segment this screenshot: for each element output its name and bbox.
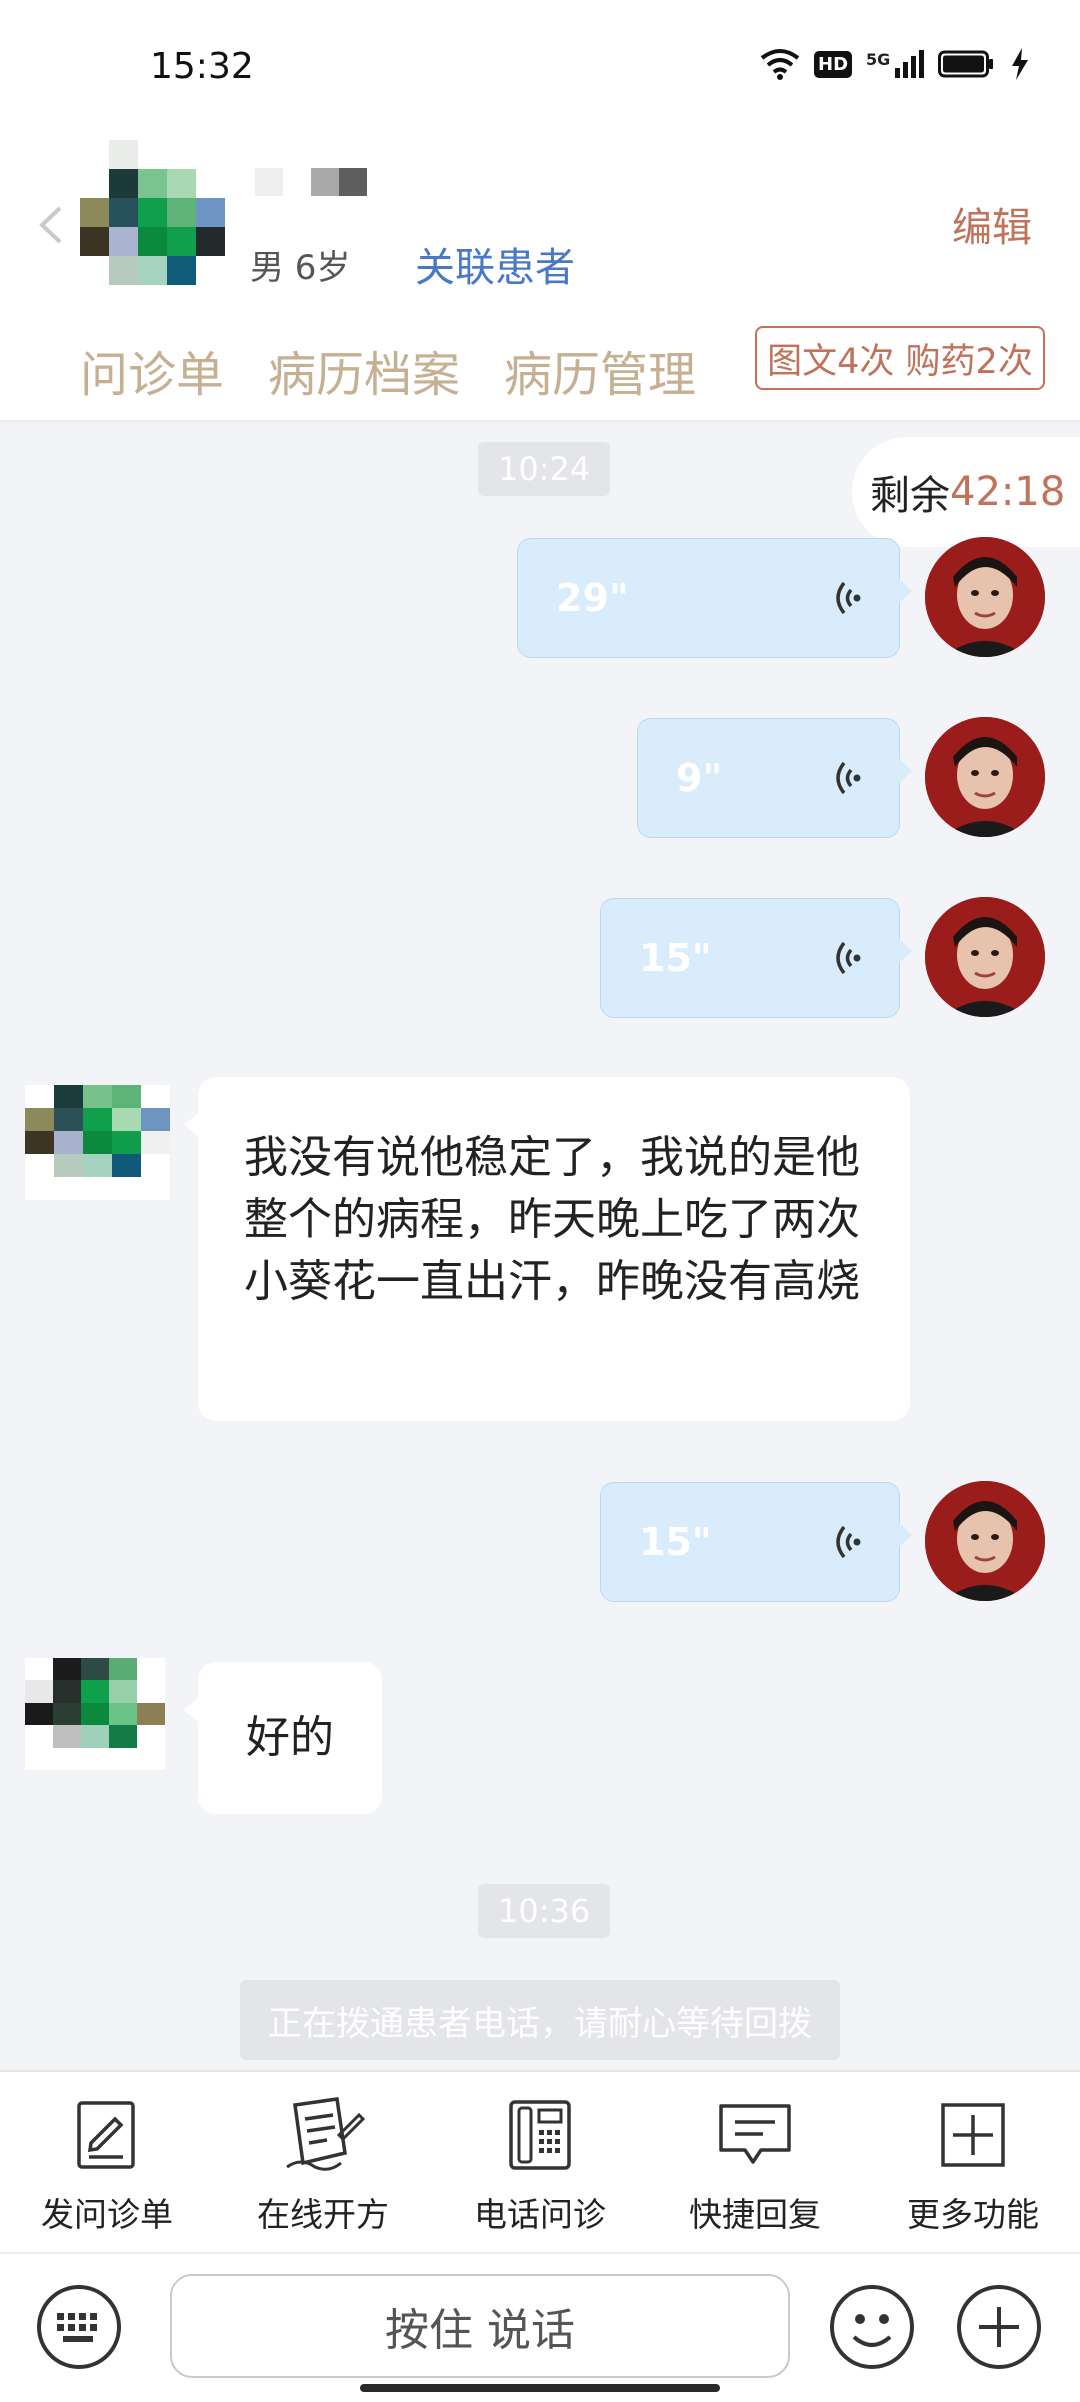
doctor-avatar[interactable]: [925, 1481, 1045, 1601]
form-edit-icon: [77, 2101, 135, 2169]
voice-duration: 15": [639, 1520, 712, 1564]
toolbar-label: 发问诊单: [41, 2195, 173, 2234]
quick-reply-button[interactable]: 快捷回复: [670, 2090, 840, 2236]
doctor-avatar[interactable]: [925, 897, 1045, 1017]
voice-duration: 9": [676, 756, 723, 800]
remaining-value: 42:18: [950, 469, 1066, 515]
voice-message[interactable]: 15": [600, 898, 912, 1018]
patient-text-message[interactable]: 好的: [184, 1662, 382, 1814]
battery-icon: [938, 50, 994, 78]
remaining-label: 剩余: [870, 473, 950, 519]
hold-to-talk-button[interactable]: 按住 说话: [170, 2274, 790, 2378]
toolbar-label: 更多功能: [907, 2195, 1039, 2234]
phone-consult-button[interactable]: 电话问诊: [455, 2090, 625, 2236]
voice-wave-icon: [836, 941, 861, 975]
online-prescription-button[interactable]: 在线开方: [238, 2090, 408, 2236]
link-patient-button[interactable]: 关联患者: [415, 235, 575, 293]
voice-wave-icon: [836, 1525, 861, 1559]
patient-name-redacted: [255, 168, 367, 196]
voice-message[interactable]: 15": [600, 1482, 912, 1602]
signal-icon: 5G: [866, 50, 925, 78]
network-label: 5G: [866, 50, 891, 69]
message-text: 好的: [246, 1712, 334, 1763]
charging-icon: [1012, 48, 1029, 80]
patient-text-message[interactable]: 我没有说他稳定了，我说的是他整个的病程，昨天晚上吃了两次小葵花一直出汗，昨晚没有…: [184, 1077, 910, 1421]
home-indicator: [360, 2384, 720, 2392]
voice-duration: 15": [639, 936, 712, 980]
toolbar-label: 电话问诊: [474, 2195, 606, 2234]
voice-wave-icon: [836, 761, 861, 795]
back-arrow-icon[interactable]: [30, 200, 70, 250]
edit-button[interactable]: 编辑: [952, 195, 1032, 253]
message-text: 我没有说他稳定了，我说的是他整个的病程，昨天晚上吃了两次小葵花一直出汗，昨晚没有…: [244, 1132, 860, 1307]
toolbar-label: 快捷回复: [689, 2195, 821, 2234]
timestamp: 10:36: [478, 1884, 611, 1938]
service-quota-badge[interactable]: 图文4次 购药2次: [755, 326, 1045, 390]
tab-consult-form[interactable]: 问诊单: [80, 335, 224, 405]
prescription-icon: [286, 2097, 365, 2171]
toolbar-label: 在线开方: [257, 2195, 389, 2234]
voice-duration: 29": [556, 576, 629, 620]
status-icons: HD 5G: [760, 48, 1030, 80]
voice-message[interactable]: 9": [637, 718, 912, 838]
keyboard-icon[interactable]: [35, 2283, 123, 2371]
add-attachment-icon[interactable]: [955, 2283, 1043, 2371]
patient-avatar[interactable]: [25, 1658, 165, 1770]
system-notice: 正在拨通患者电话，请耐心等待回拨: [240, 1980, 840, 2060]
remaining-time-badge: 剩余 42:18: [852, 437, 1080, 547]
patient-avatar[interactable]: [25, 1085, 170, 1200]
voice-wave-icon: [836, 581, 861, 615]
phone-icon: [509, 2100, 571, 2170]
tab-medical-management[interactable]: 病历管理: [504, 335, 696, 405]
emoji-icon[interactable]: [828, 2283, 916, 2371]
status-time: 15:32: [150, 46, 254, 87]
record-tabs: 问诊单 病历档案 病历管理: [80, 335, 696, 405]
doctor-avatar[interactable]: [925, 537, 1045, 657]
voice-message[interactable]: 29": [517, 538, 912, 658]
patient-gender-age: 男 6岁: [250, 248, 351, 288]
quick-reply-icon: [719, 2104, 791, 2164]
more-plus-icon: [941, 2103, 1005, 2167]
patient-avatar[interactable]: [80, 140, 225, 285]
tab-medical-archive[interactable]: 病历档案: [268, 335, 460, 405]
more-functions-button[interactable]: 更多功能: [888, 2090, 1058, 2236]
timestamp: 10:24: [478, 442, 611, 496]
wifi-icon: [760, 49, 800, 80]
send-consult-form-button[interactable]: 发问诊单: [22, 2090, 192, 2236]
doctor-avatar[interactable]: [925, 717, 1045, 837]
hd-icon: HD: [814, 50, 853, 78]
